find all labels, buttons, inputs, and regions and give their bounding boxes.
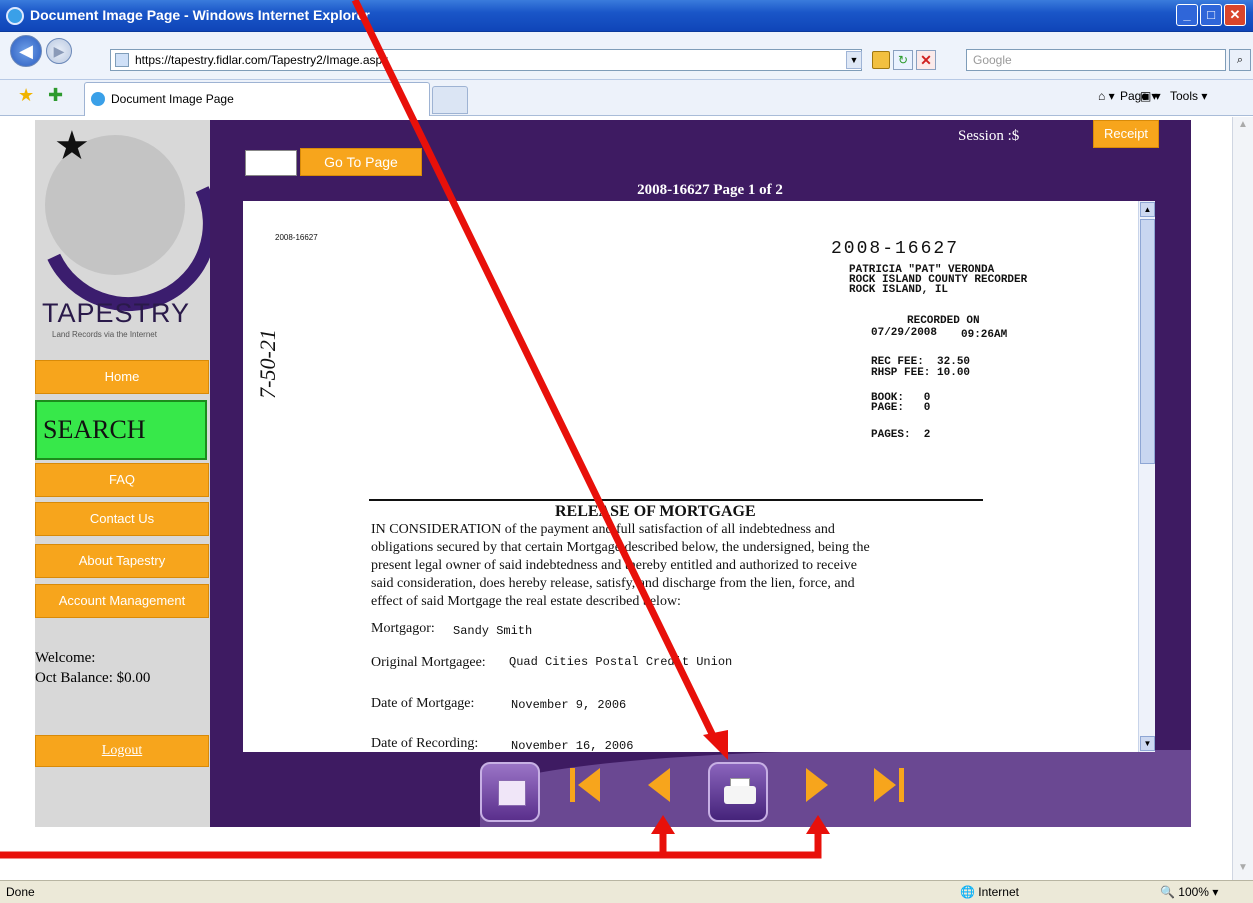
annotation-overlay [0,0,830,859]
status-bar: Done 🌐 Internet 🔍 100% ▾ [0,880,1253,903]
annotation-arrow-print [351,0,719,742]
security-zone-label: Internet [978,885,1019,899]
annotation-arrowhead-prev [651,815,675,834]
zoom-label: 100% [1178,885,1209,899]
zoom-control[interactable]: 🔍 100% ▾ [1160,881,1218,903]
annotation-arrowhead-print [703,730,728,760]
annotation-line-next [663,830,822,859]
page-scroll-up-icon[interactable]: ▲ [1235,119,1251,135]
page-scrollbar[interactable]: ▲ ▼ [1232,117,1253,880]
annotation-arrowhead-next [806,815,830,834]
status-text: Done [6,885,35,899]
page-scroll-down-icon[interactable]: ▼ [1235,862,1251,878]
annotation-line-prev [0,830,667,859]
security-zone: 🌐 Internet [960,885,1019,899]
